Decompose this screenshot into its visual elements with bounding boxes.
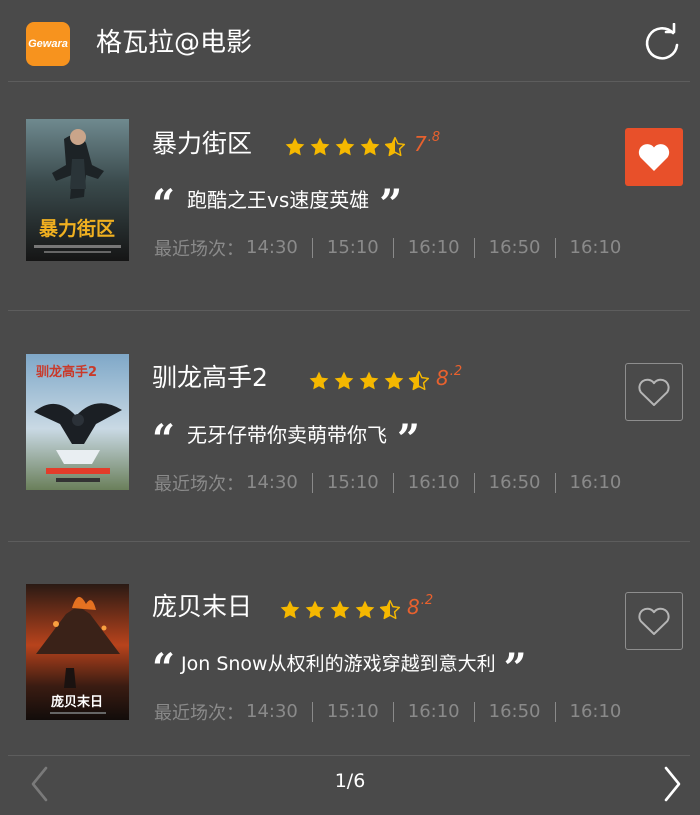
chevron-right-icon (664, 766, 681, 802)
favorite-button[interactable] (625, 128, 683, 186)
gewara-logo: Gewara (26, 22, 70, 66)
star-half-icon (408, 370, 430, 391)
movie-tagline: Jon Snow从权利的游戏穿越到意大利 (181, 653, 496, 675)
score-integer: 8 (407, 595, 420, 619)
showtime[interactable]: 16:10 (554, 473, 636, 493)
star-half-icon (379, 599, 401, 620)
showtimes-label: 最近场次： (154, 474, 244, 495)
star-full-icon (310, 137, 330, 156)
poster-title-art: 暴力街区 (39, 217, 115, 240)
next-page-button[interactable] (660, 764, 684, 804)
movie-poster[interactable]: 庞贝末日 (26, 584, 129, 726)
movie-item[interactable]: 庞贝末日 庞贝末日 8.2 “ Jon Snow从权利的游戏穿越到意大利 ” 最… (0, 542, 700, 742)
star-full-icon (335, 137, 355, 156)
showtime[interactable]: 16:50 (473, 238, 555, 258)
star-rating (279, 599, 404, 621)
showtime[interactable]: 15:10 (311, 473, 393, 493)
refresh-icon[interactable] (642, 22, 682, 63)
movie-score: 8.2 (407, 593, 434, 619)
footer-divider (8, 755, 690, 756)
star-rating (308, 370, 433, 392)
showtime[interactable]: 16:10 (392, 702, 474, 722)
heart-outline-icon (638, 378, 670, 406)
close-quote-icon: ” (379, 180, 403, 228)
showtime[interactable]: 15:10 (311, 238, 393, 258)
showtime[interactable]: 16:10 (554, 702, 636, 722)
tagline-row: “ Jon Snow从权利的游戏穿越到意大利 ” (152, 644, 527, 692)
chevron-left-icon (31, 766, 48, 802)
previous-page-button[interactable] (28, 764, 52, 804)
app-header: Gewara 格瓦拉@电影 (0, 0, 700, 82)
showtime[interactable]: 16:10 (392, 238, 474, 258)
showtime[interactable]: 16:50 (473, 473, 555, 493)
score-decimal: .2 (449, 364, 463, 379)
tagline-row: “ 跑酷之王vs速度英雄 ” (152, 180, 403, 228)
showtimes-row: 最近场次： 14:30 15:10 16:10 16:50 16:10 (154, 470, 635, 496)
star-full-icon (334, 371, 354, 390)
movie-tagline: 无牙仔带你卖萌带你飞 (187, 423, 388, 447)
showtime[interactable]: 16:10 (554, 238, 636, 258)
showtimes-row: 最近场次： 14:30 15:10 16:10 16:50 16:10 (154, 235, 635, 261)
star-full-icon (355, 600, 375, 619)
logo-text: Gewara (28, 38, 68, 50)
showtime[interactable]: 14:30 (246, 702, 312, 722)
close-quote-icon: ” (397, 415, 421, 463)
movie-poster[interactable]: 暴力街区 (26, 119, 129, 261)
movie-tagline: 跑酷之王vs速度英雄 (187, 188, 370, 212)
star-full-icon (280, 600, 300, 619)
showtime[interactable]: 15:10 (311, 702, 393, 722)
score-decimal: .8 (427, 130, 441, 145)
app-title: 格瓦拉@电影 (96, 28, 253, 58)
movie-item[interactable]: 暴力街区 暴力街区 7.8 “ 跑酷之王vs速度英雄 ” 最近场次： 14:30… (0, 82, 700, 282)
star-rating (284, 136, 409, 158)
open-quote-icon: “ (152, 180, 176, 228)
score-integer: 8 (436, 366, 449, 390)
star-full-icon (359, 371, 379, 390)
showtimes-row: 最近场次： 14:30 15:10 16:10 16:50 16:10 (154, 699, 635, 725)
showtime[interactable]: 14:30 (246, 238, 312, 258)
heart-outline-icon (638, 607, 670, 635)
star-full-icon (309, 371, 329, 390)
movie-score: 8.2 (436, 364, 463, 390)
star-full-icon (285, 137, 305, 156)
page-indicator: 1/6 (334, 770, 366, 792)
score-integer: 7 (414, 132, 427, 156)
close-quote-icon: ” (503, 644, 527, 692)
favorite-button[interactable] (625, 363, 683, 421)
star-full-icon (360, 137, 380, 156)
movie-title[interactable]: 驯龙高手2 (152, 361, 268, 395)
poster-title-art: 驯龙高手2 (36, 364, 97, 380)
showtime[interactable]: 14:30 (246, 473, 312, 493)
movie-item[interactable]: 驯龙高手2 驯龙高手2 8.2 “ 无牙仔带你卖萌带你飞 ” 最近场次： 14:… (0, 311, 700, 511)
showtime[interactable]: 16:10 (392, 473, 474, 493)
star-half-icon (384, 136, 406, 157)
movie-title[interactable]: 庞贝末日 (152, 590, 252, 624)
star-full-icon (384, 371, 404, 390)
movie-poster[interactable]: 驯龙高手2 (26, 354, 129, 496)
showtimes-label: 最近场次： (154, 239, 244, 260)
score-decimal: .2 (420, 593, 434, 608)
favorite-button[interactable] (625, 592, 683, 650)
poster-title-art: 庞贝末日 (51, 694, 103, 710)
open-quote-icon: “ (152, 415, 176, 463)
star-full-icon (305, 600, 325, 619)
heart-filled-icon (638, 144, 670, 171)
tagline-row: “ 无牙仔带你卖萌带你飞 ” (152, 415, 421, 463)
movie-title[interactable]: 暴力街区 (152, 127, 252, 161)
showtime[interactable]: 16:50 (473, 702, 555, 722)
showtimes-label: 最近场次： (154, 703, 244, 724)
open-quote-icon: “ (152, 644, 176, 692)
movie-score: 7.8 (414, 130, 441, 156)
star-full-icon (330, 600, 350, 619)
